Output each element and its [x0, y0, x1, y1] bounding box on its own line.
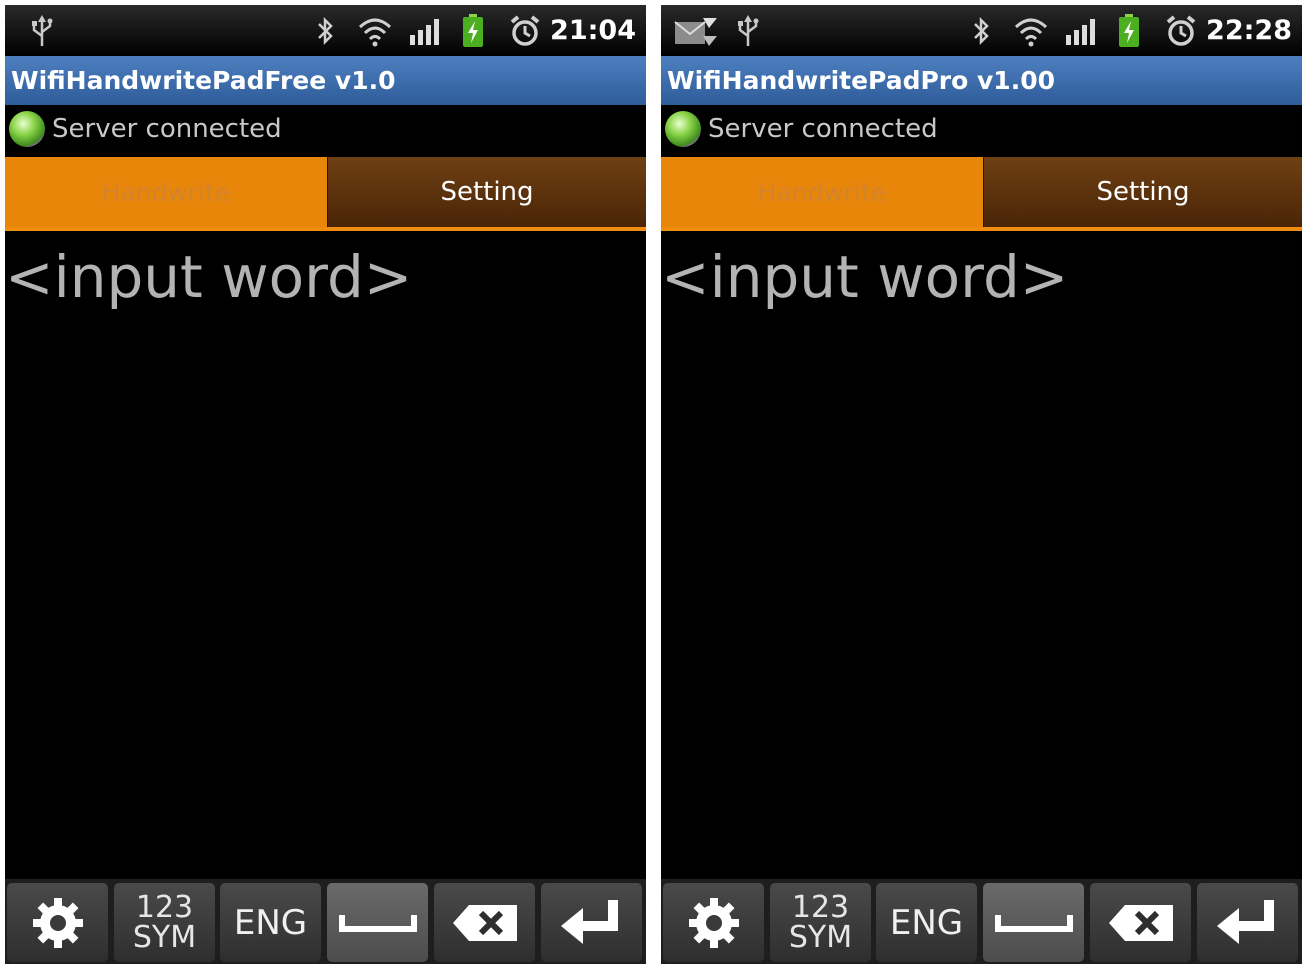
status-time: 22:28 — [1206, 15, 1292, 46]
enter-key[interactable] — [1197, 883, 1298, 962]
app-title: WifiHandwritePadPro v1.00 — [661, 56, 1302, 105]
bluetooth-icon — [966, 5, 996, 56]
symbols-key-top: 123 — [791, 889, 850, 925]
tab-indicator — [5, 227, 646, 231]
input-word-placeholder[interactable]: <input word> — [661, 237, 1302, 317]
space-icon — [994, 914, 1073, 932]
alarm-icon — [1163, 5, 1199, 56]
symbols-key[interactable]: 123 SYM — [114, 883, 215, 962]
gear-icon — [688, 897, 739, 948]
usb-icon — [733, 5, 763, 56]
connection-status-led-icon — [665, 111, 701, 147]
connection-status-text: Server connected — [708, 114, 938, 144]
gear-icon — [32, 897, 83, 948]
backspace-key[interactable] — [434, 883, 535, 962]
keyboard-bar: 123 SYM ENG — [5, 879, 646, 964]
settings-key[interactable] — [663, 883, 764, 962]
wifi-icon — [355, 5, 395, 56]
tab-handwrite[interactable]: Handwrite — [661, 157, 983, 227]
backspace-icon — [452, 904, 517, 941]
symbols-key[interactable]: 123 SYM — [770, 883, 871, 962]
language-key[interactable]: ENG — [876, 883, 977, 962]
tab-handwrite[interactable]: Handwrite — [5, 157, 327, 227]
backspace-key[interactable] — [1090, 883, 1191, 962]
signal-icon — [405, 5, 445, 56]
connection-status-text: Server connected — [52, 114, 282, 144]
connection-status-led-icon — [9, 111, 45, 147]
space-icon — [338, 914, 417, 932]
signal-icon — [1061, 5, 1101, 56]
enter-icon — [1216, 899, 1274, 944]
enter-key[interactable] — [541, 883, 642, 962]
settings-key[interactable] — [7, 883, 108, 962]
status-bar: 22:28 — [661, 5, 1302, 56]
phone-screen-free: 21:04 WifiHandwritePadFree v1.0 Server c… — [5, 5, 646, 964]
input-word-placeholder[interactable]: <input word> — [5, 237, 646, 317]
bluetooth-icon — [310, 5, 340, 56]
enter-icon — [560, 899, 618, 944]
backspace-icon — [1108, 904, 1173, 941]
status-bar: 21:04 — [5, 5, 646, 56]
tab-indicator — [661, 227, 1302, 231]
connection-bar: Server connected — [5, 105, 646, 157]
language-key[interactable]: ENG — [220, 883, 321, 962]
status-time: 21:04 — [550, 15, 636, 46]
tab-bar: Handwrite Setting — [661, 157, 1302, 231]
symbols-key-bottom: SYM — [132, 919, 197, 955]
message-icon — [671, 5, 721, 56]
alarm-icon — [507, 5, 543, 56]
usb-icon — [27, 5, 57, 56]
phone-screen-pro: 22:28 WifiHandwritePadPro v1.00 Server c… — [661, 5, 1302, 964]
app-title: WifiHandwritePadFree v1.0 — [5, 56, 646, 105]
tab-setting[interactable]: Setting — [983, 157, 1302, 227]
space-key[interactable] — [327, 883, 428, 962]
symbols-key-top: 123 — [135, 889, 194, 925]
battery-charging-icon — [1114, 5, 1144, 56]
space-key[interactable] — [983, 883, 1084, 962]
wifi-icon — [1011, 5, 1051, 56]
tab-bar: Handwrite Setting — [5, 157, 646, 231]
keyboard-bar: 123 SYM ENG — [661, 879, 1302, 964]
tab-setting[interactable]: Setting — [327, 157, 646, 227]
symbols-key-bottom: SYM — [788, 919, 853, 955]
connection-bar: Server connected — [661, 105, 1302, 157]
battery-charging-icon — [458, 5, 488, 56]
